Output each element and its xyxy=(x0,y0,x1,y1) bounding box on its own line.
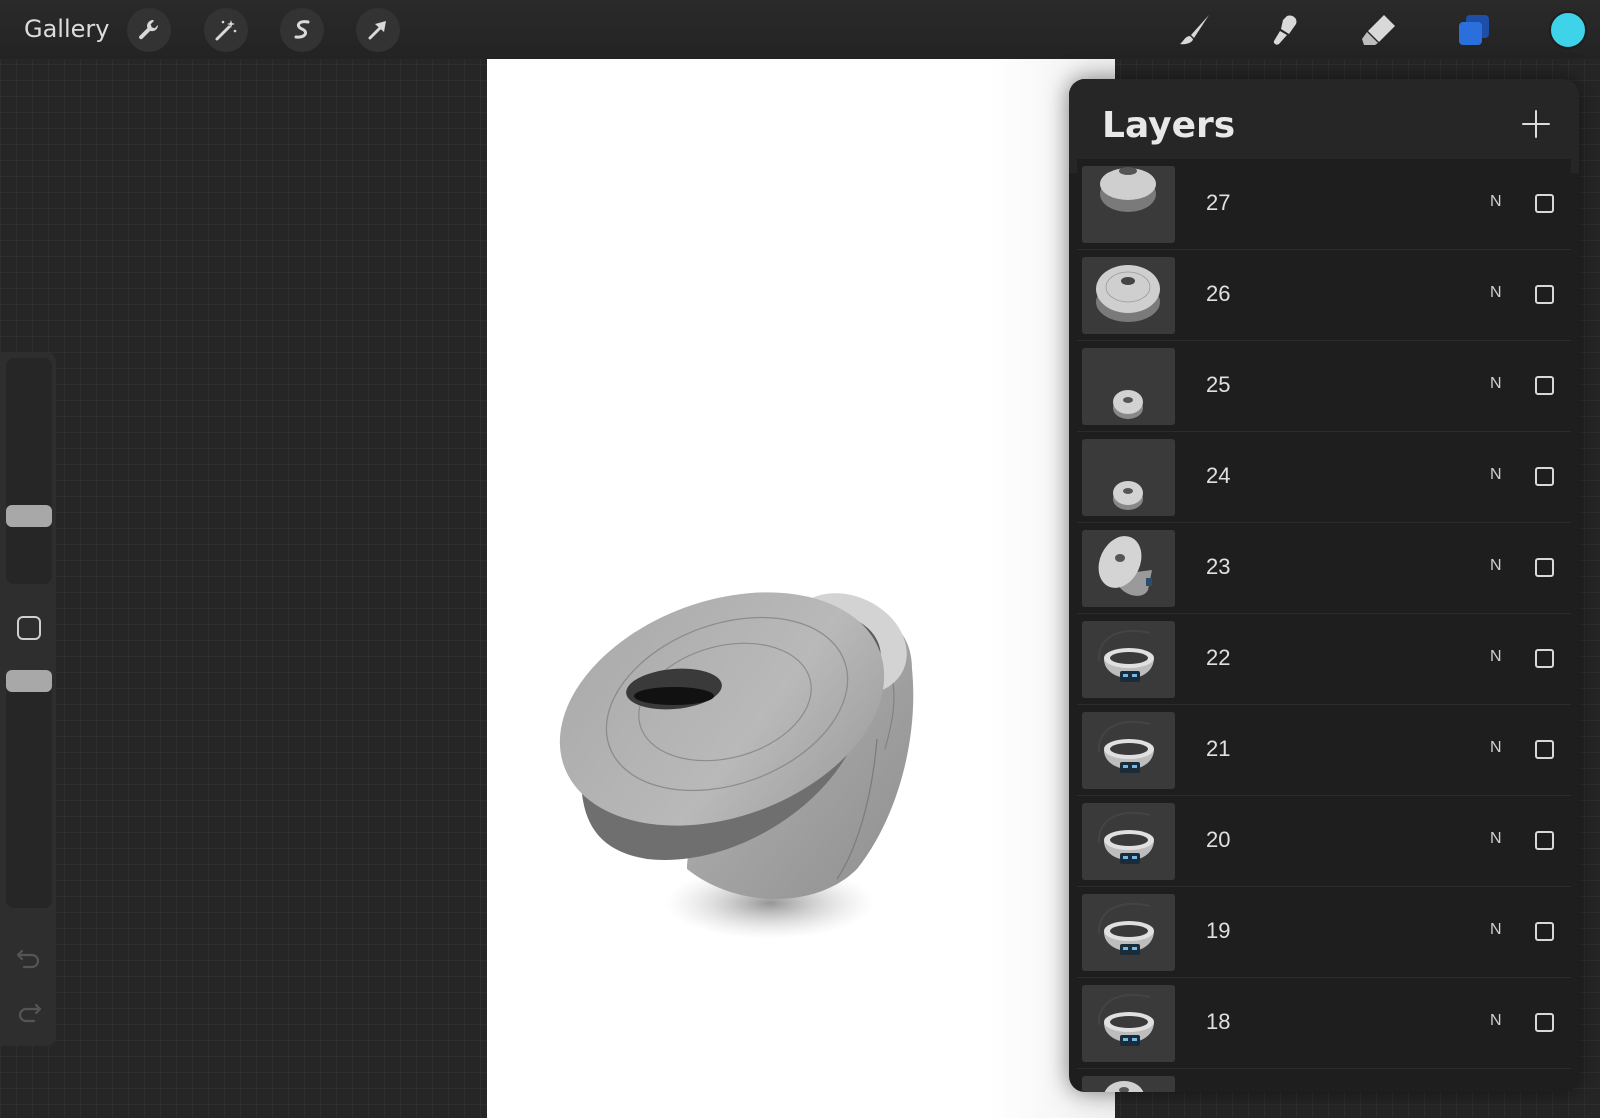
blend-mode-button[interactable]: N xyxy=(1490,921,1502,939)
blend-mode-button[interactable]: N xyxy=(1490,375,1502,393)
visibility-checkbox[interactable] xyxy=(1535,467,1554,486)
layer-row[interactable]: 19 N xyxy=(1077,887,1571,978)
thumbnail-image xyxy=(1097,720,1154,773)
blend-mode-button[interactable]: N xyxy=(1490,466,1502,484)
brush-tool[interactable] xyxy=(1173,8,1217,52)
layer-row[interactable]: 23 N xyxy=(1077,523,1571,614)
layer-thumbnail[interactable] xyxy=(1082,894,1175,971)
layer-row[interactable]: 24 N xyxy=(1077,432,1571,523)
visibility-checkbox[interactable] xyxy=(1535,1013,1554,1032)
redo-icon[interactable] xyxy=(14,996,44,1026)
visibility-checkbox[interactable] xyxy=(1535,740,1554,759)
selection-icon xyxy=(294,20,310,39)
magic-wand-icon xyxy=(215,20,237,41)
top-toolbar: Gallery xyxy=(0,0,1600,59)
layer-row[interactable]: 20 N xyxy=(1077,796,1571,887)
layer-name: 19 xyxy=(1206,918,1231,943)
smudge-tool[interactable] xyxy=(1263,8,1307,52)
wrench-icon xyxy=(139,20,159,40)
smudge-icon xyxy=(1273,15,1297,45)
layer-thumbnail[interactable] xyxy=(1082,257,1175,334)
visibility-checkbox[interactable] xyxy=(1535,922,1554,941)
blend-mode-button[interactable]: N xyxy=(1490,557,1502,575)
layer-thumbnail[interactable] xyxy=(1082,166,1175,243)
layers-icon xyxy=(1459,15,1489,45)
layer-thumbnail[interactable] xyxy=(1082,530,1175,607)
opacity-thumb[interactable] xyxy=(6,670,52,692)
layer-thumbnail[interactable] xyxy=(1082,439,1175,516)
transform-button[interactable] xyxy=(356,8,400,52)
layer-row[interactable]: 21 N xyxy=(1077,705,1571,796)
blend-mode-button[interactable]: N xyxy=(1490,830,1502,848)
undo-icon[interactable] xyxy=(14,942,44,972)
thumbnail-image xyxy=(1113,481,1143,510)
gallery-button[interactable]: Gallery xyxy=(24,15,109,43)
layer-name: 18 xyxy=(1206,1009,1231,1034)
layer-name: 23 xyxy=(1206,554,1231,579)
thumbnail-image xyxy=(1097,993,1154,1046)
layer-row[interactable] xyxy=(1077,1069,1571,1092)
layer-row[interactable]: 18 N xyxy=(1077,978,1571,1069)
layer-name: 20 xyxy=(1206,827,1231,852)
layer-row[interactable]: 22 N xyxy=(1077,614,1571,705)
blend-mode-button[interactable]: N xyxy=(1490,739,1502,757)
brush-size-thumb[interactable] xyxy=(6,504,52,527)
thumbnail-image xyxy=(1104,1081,1144,1092)
visibility-checkbox[interactable] xyxy=(1535,831,1554,850)
layer-row[interactable]: 27 N xyxy=(1077,159,1571,250)
layer-thumbnail[interactable] xyxy=(1082,1076,1175,1092)
blend-mode-button[interactable]: N xyxy=(1490,1012,1502,1030)
eraser-tool[interactable] xyxy=(1357,8,1401,52)
layer-thumbnail[interactable] xyxy=(1082,985,1175,1062)
layer-thumbnail[interactable] xyxy=(1082,621,1175,698)
color-picker[interactable] xyxy=(1549,11,1587,49)
visibility-checkbox[interactable] xyxy=(1535,194,1554,213)
blend-mode-button[interactable]: N xyxy=(1490,284,1502,302)
layer-name: 24 xyxy=(1206,463,1231,488)
blend-mode-button[interactable]: N xyxy=(1490,648,1502,666)
layer-name: 26 xyxy=(1206,281,1231,306)
layer-thumbnail[interactable] xyxy=(1082,348,1175,425)
layer-row[interactable]: 26 N xyxy=(1077,250,1571,341)
plus-icon[interactable] xyxy=(1521,109,1551,139)
adjustments-button[interactable] xyxy=(204,8,248,52)
thumbnail-image xyxy=(1097,902,1154,955)
opacity-slider[interactable] xyxy=(6,670,52,908)
visibility-checkbox[interactable] xyxy=(1535,558,1554,577)
layers-title: Layers xyxy=(1102,105,1236,146)
layer-name: 25 xyxy=(1206,372,1231,397)
visibility-checkbox[interactable] xyxy=(1535,649,1554,668)
drawing-canvas[interactable] xyxy=(487,59,1115,1118)
selection-button[interactable] xyxy=(280,8,324,52)
modify-button[interactable] xyxy=(17,616,41,640)
actions-button[interactable] xyxy=(127,8,171,52)
left-sidebar xyxy=(0,352,56,1046)
layer-name: 21 xyxy=(1206,736,1231,761)
thumbnail-image xyxy=(1096,265,1160,322)
thumbnail-image xyxy=(1100,167,1156,212)
transform-arrow-icon xyxy=(368,21,386,40)
layer-name: 22 xyxy=(1206,645,1231,670)
blend-mode-button[interactable]: N xyxy=(1490,193,1502,211)
thumbnail-image xyxy=(1097,811,1154,864)
thumbnail-image xyxy=(1113,390,1143,419)
artwork xyxy=(559,592,914,939)
brush-size-slider[interactable] xyxy=(6,358,52,584)
layer-name: 27 xyxy=(1206,190,1231,215)
layer-row[interactable]: 25 N xyxy=(1077,341,1571,432)
visibility-checkbox[interactable] xyxy=(1535,285,1554,304)
thumbnail-image xyxy=(1097,629,1154,682)
layers-panel: Layers 27 N 26 N 25 N 24 N 23 N 22 N 21 N 20 N 19 N 18 N xyxy=(1069,79,1579,1092)
brush-icon xyxy=(1180,15,1209,45)
eraser-icon xyxy=(1362,15,1395,45)
visibility-checkbox[interactable] xyxy=(1535,376,1554,395)
thumbnail-image xyxy=(1098,536,1152,596)
layer-thumbnail[interactable] xyxy=(1082,712,1175,789)
layers-tool[interactable] xyxy=(1452,8,1496,52)
layer-thumbnail[interactable] xyxy=(1082,803,1175,880)
